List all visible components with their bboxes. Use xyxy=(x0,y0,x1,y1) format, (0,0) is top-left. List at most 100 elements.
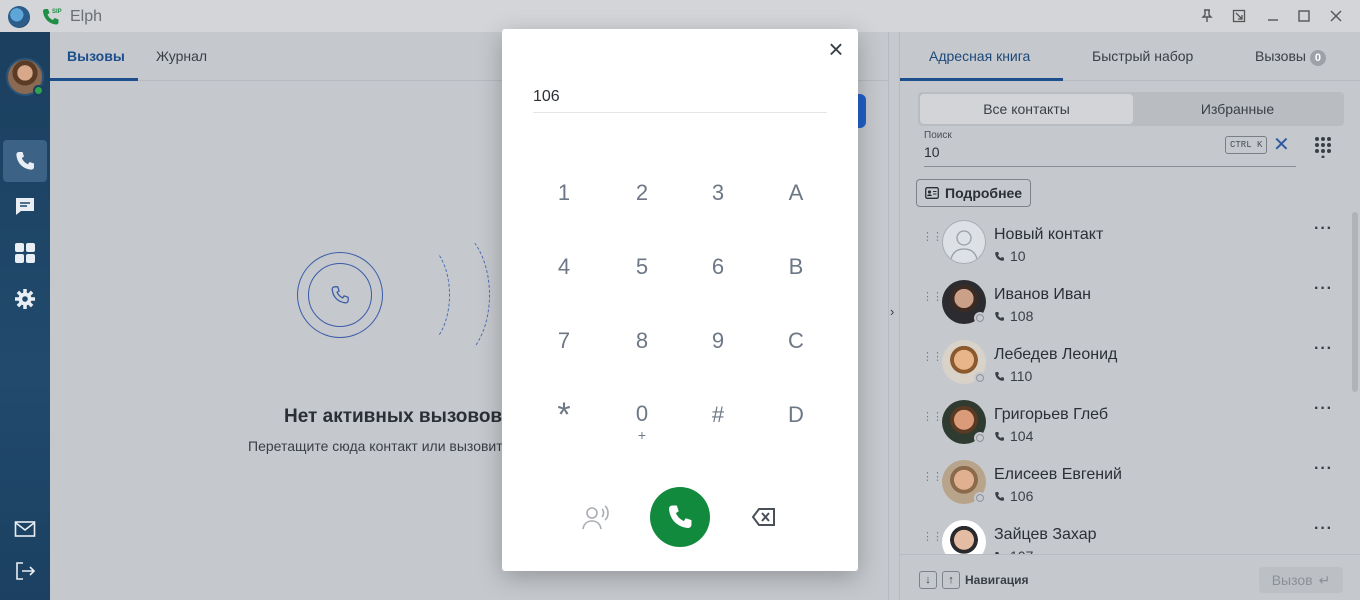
pin-icon[interactable] xyxy=(1196,6,1218,26)
dialpad-key-sublabel: + xyxy=(637,427,647,443)
tab-journal[interactable]: Журнал xyxy=(156,48,207,64)
arrow-up-icon: ↑ xyxy=(942,571,960,589)
dialpad-key[interactable]: 9 xyxy=(688,313,748,369)
sip-phone-icon: SIP xyxy=(43,9,62,25)
phone-outline-icon xyxy=(331,286,349,304)
contact-number-value: 106 xyxy=(1010,488,1034,504)
dialpad-key[interactable]: # xyxy=(688,387,748,443)
contact-number: 10 xyxy=(994,248,1026,264)
rail-item-mail[interactable] xyxy=(3,508,47,550)
dialpad-key-label: 2 xyxy=(635,180,649,205)
list-item[interactable]: ⋮⋮ Елисеев Евгений 106 ··· xyxy=(900,454,1350,514)
rail-item-calls[interactable] xyxy=(3,140,47,182)
tab-calls[interactable]: Вызовы xyxy=(67,48,125,64)
title-bar: SIP Elph xyxy=(0,0,1360,32)
drag-handle-icon[interactable]: ⋮⋮ xyxy=(922,532,943,543)
dialpad-key-label: 1 xyxy=(557,180,571,205)
dialpad-key-label: A xyxy=(788,180,804,205)
more-options-icon[interactable]: ··· xyxy=(1314,220,1333,238)
close-icon[interactable]: × xyxy=(825,36,847,62)
drag-handle-icon[interactable]: ⋮⋮ xyxy=(922,352,943,363)
dialpad-key[interactable]: 3 xyxy=(688,165,748,221)
list-item[interactable]: ⋮⋮ Зайцев Захар 107 ··· xyxy=(900,514,1350,554)
rail-item-chat[interactable] xyxy=(3,186,47,228)
panel-splitter[interactable]: › xyxy=(888,32,900,600)
dial-call-button[interactable] xyxy=(650,487,710,547)
dialpad-key[interactable]: 5 xyxy=(612,239,672,295)
dialpad-key[interactable]: D xyxy=(766,387,826,443)
more-options-icon[interactable]: ··· xyxy=(1314,460,1333,478)
arrow-down-icon: ↓ xyxy=(919,571,937,589)
maximize-icon[interactable] xyxy=(1293,6,1315,26)
dialpad-key[interactable]: 6 xyxy=(688,239,748,295)
details-button[interactable]: Подробнее xyxy=(916,179,1032,207)
dialpad-key-label: 7 xyxy=(557,328,571,353)
search-input[interactable]: 10 xyxy=(924,144,940,160)
dialpad-key[interactable]: * xyxy=(534,387,594,443)
contact-list-scrollbar[interactable] xyxy=(1352,212,1358,392)
user-avatar[interactable] xyxy=(6,58,44,96)
more-options-icon[interactable]: ··· xyxy=(1314,400,1333,418)
contact-number: 104 xyxy=(994,428,1033,444)
phone-small-icon xyxy=(995,311,1004,321)
dialpad-key-label: 6 xyxy=(711,254,725,279)
dialpad-toggle-icon[interactable] xyxy=(1314,136,1332,158)
dialpad-key[interactable]: A xyxy=(766,165,826,221)
clear-search-icon[interactable]: ✕ xyxy=(1273,132,1290,157)
apps-grid-icon xyxy=(15,243,35,263)
more-options-icon[interactable]: ··· xyxy=(1314,340,1333,358)
more-options-icon[interactable]: ··· xyxy=(1314,520,1333,538)
contact-name: Елисеев Евгений xyxy=(994,466,1122,483)
sip-label: SIP xyxy=(52,9,62,15)
list-item[interactable]: ⋮⋮ Новый контакт 10 ··· xyxy=(900,214,1350,274)
list-item[interactable]: ⋮⋮ Григорьев Глеб 104 ··· xyxy=(900,394,1350,454)
status-indicator xyxy=(974,432,986,444)
contact-number-value: 10 xyxy=(1010,248,1026,264)
calls-count-badge: 0 xyxy=(1309,50,1326,66)
compact-mode-icon[interactable] xyxy=(1228,6,1250,26)
drag-handle-icon[interactable]: ⋮⋮ xyxy=(922,472,943,483)
app-logo-icon xyxy=(8,6,30,28)
list-item[interactable]: ⋮⋮ Иванов Иван 108 ··· xyxy=(900,274,1350,334)
close-window-icon[interactable] xyxy=(1325,6,1347,26)
dialpad-key[interactable]: C xyxy=(766,313,826,369)
rail-item-logout[interactable] xyxy=(3,550,47,592)
empty-state-title: Нет активных вызовов xyxy=(284,406,503,427)
dial-number-input[interactable] xyxy=(533,81,827,113)
rail-item-apps[interactable] xyxy=(3,232,47,274)
contact-avatar xyxy=(942,520,986,554)
dialpad-key[interactable]: 7 xyxy=(534,313,594,369)
dialpad-key[interactable]: 1 xyxy=(534,165,594,221)
tab-right-calls[interactable]: Вызовы 0 xyxy=(1255,48,1326,66)
dialpad-key[interactable]: 2 xyxy=(612,165,672,221)
voice-dial-icon[interactable] xyxy=(580,501,612,533)
minimize-icon[interactable] xyxy=(1262,6,1284,26)
drag-handle-icon[interactable]: ⋮⋮ xyxy=(922,412,943,423)
dialpad-key-label: 9 xyxy=(711,328,725,353)
chevron-right-icon[interactable]: › xyxy=(890,304,894,319)
more-options-icon[interactable]: ··· xyxy=(1314,280,1333,298)
dialpad-key[interactable]: 0 + xyxy=(612,393,672,449)
dialpad-key-label: * xyxy=(557,396,571,434)
list-item[interactable]: ⋮⋮ Лебедев Леонид 110 ··· xyxy=(900,334,1350,394)
contact-number-value: 108 xyxy=(1010,308,1034,324)
contacts-filter-segment: Все контакты Избранные xyxy=(918,92,1344,126)
rail-item-settings[interactable] xyxy=(3,278,47,320)
segment-favorites[interactable]: Избранные xyxy=(1131,94,1344,124)
mail-icon xyxy=(14,521,36,537)
dialpad-key[interactable]: 4 xyxy=(534,239,594,295)
tab-address-book[interactable]: Адресная книга xyxy=(929,48,1030,64)
details-button-label: Подробнее xyxy=(945,185,1023,201)
segment-all-contacts[interactable]: Все контакты xyxy=(920,94,1133,124)
dialpad-key[interactable]: B xyxy=(766,239,826,295)
shortcut-hint: CTRL K xyxy=(1225,136,1268,154)
active-tab-indicator xyxy=(50,78,138,81)
dialpad-key[interactable]: 8 xyxy=(612,313,672,369)
backspace-icon[interactable] xyxy=(750,503,778,531)
contact-number: 106 xyxy=(994,488,1033,504)
drag-handle-icon[interactable]: ⋮⋮ xyxy=(922,232,943,243)
tab-speed-dial[interactable]: Быстрый набор xyxy=(1092,48,1193,64)
drag-handle-icon[interactable]: ⋮⋮ xyxy=(922,292,943,303)
chat-icon xyxy=(16,198,34,215)
call-button[interactable]: Вызов ↵ xyxy=(1259,567,1343,593)
